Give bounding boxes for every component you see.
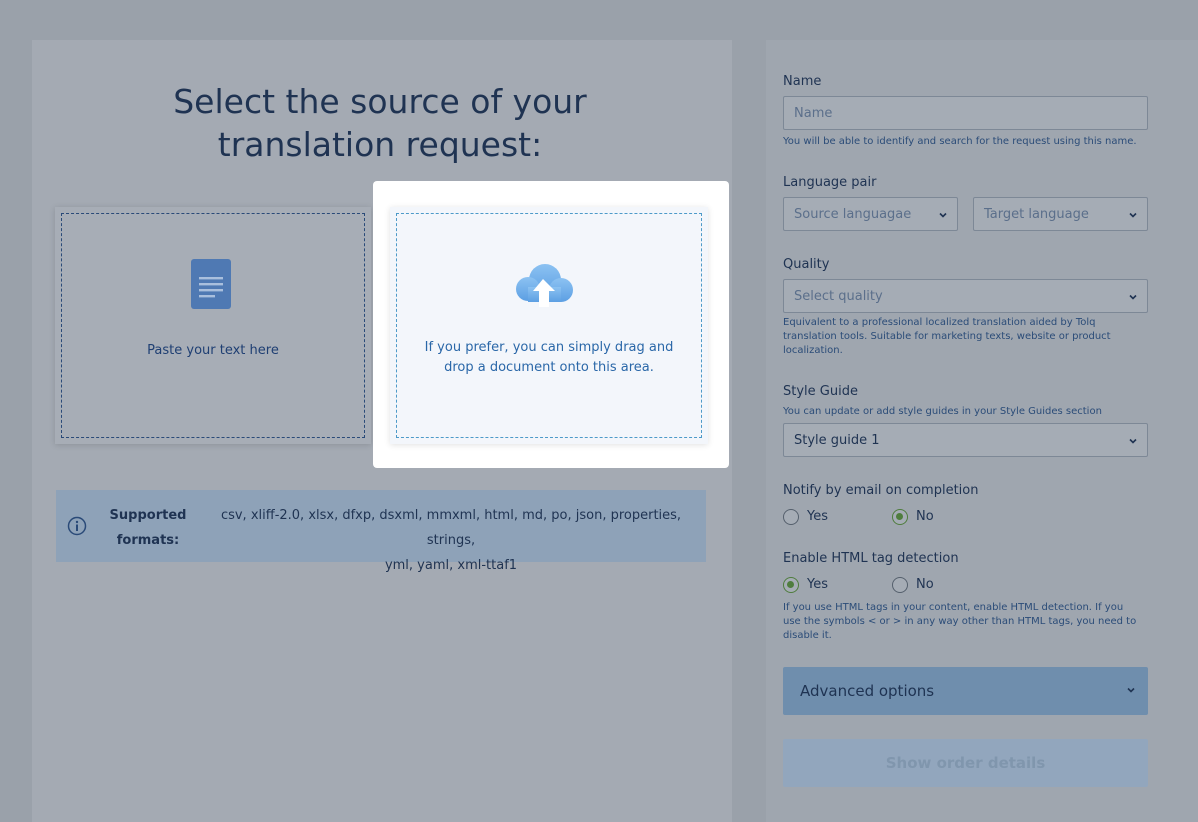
target-language-select[interactable]: Target language xyxy=(973,197,1148,231)
style-guide-label: Style Guide xyxy=(783,384,858,399)
notify-no-label: No xyxy=(916,509,934,524)
quality-placeholder: Select quality xyxy=(794,289,883,304)
advanced-options-label: Advanced options xyxy=(800,682,935,700)
paste-text-card[interactable]: Paste your text here xyxy=(55,207,371,444)
paste-text-label: Paste your text here xyxy=(147,343,279,358)
dropzone-label: If you prefer, you can simply drag and d… xyxy=(424,340,674,375)
quality-label: Quality xyxy=(783,257,830,272)
supported-formats-label: Supported formats: xyxy=(109,508,187,548)
advanced-options-toggle[interactable]: Advanced options xyxy=(783,667,1148,715)
chevron-down-icon xyxy=(1129,294,1137,300)
show-order-details-label: Show order details xyxy=(885,754,1046,772)
paste-text-dropzone-border xyxy=(61,213,365,438)
html-no-radio[interactable] xyxy=(892,577,908,593)
target-language-placeholder: Target language xyxy=(984,207,1089,222)
info-icon xyxy=(67,516,87,536)
document-dropzone-border xyxy=(396,213,702,438)
document-icon xyxy=(191,259,231,309)
page-title-line-2: translation request: xyxy=(217,125,543,164)
name-placeholder: Name xyxy=(794,106,833,121)
name-label: Name xyxy=(783,74,822,89)
notify-no-radio[interactable] xyxy=(892,509,908,525)
document-dropzone[interactable]: If you prefer, you can simply drag and d… xyxy=(390,207,708,444)
chevron-down-icon xyxy=(1129,212,1137,218)
language-pair-label: Language pair xyxy=(783,175,877,190)
quality-select[interactable]: Select quality xyxy=(783,279,1148,313)
supported-formats-list: csv, xliff-2.0, xlsx, dfxp, dsxml, mmxml… xyxy=(220,508,682,573)
notify-yes-radio[interactable] xyxy=(783,509,799,525)
html-yes-label: Yes xyxy=(807,577,828,592)
name-help: You will be able to identify and search … xyxy=(783,136,1137,147)
style-guide-select[interactable]: Style guide 1 xyxy=(783,423,1148,457)
name-input[interactable]: Name xyxy=(783,96,1148,130)
source-language-placeholder: Source languagae xyxy=(794,207,912,222)
chevron-down-icon xyxy=(1129,438,1137,444)
chevron-down-icon xyxy=(1127,687,1135,693)
style-guide-help: You can update or add style guides in yo… xyxy=(783,406,1102,417)
cloud-upload-icon xyxy=(516,264,573,307)
html-detection-label: Enable HTML tag detection xyxy=(783,551,959,566)
page-title-line-1: Select the source of your xyxy=(173,82,587,121)
html-detection-help: If you use HTML tags in your content, en… xyxy=(783,602,1137,641)
source-language-select[interactable]: Source languagae xyxy=(783,197,958,231)
chevron-down-icon xyxy=(939,212,947,218)
notify-label: Notify by email on completion xyxy=(783,483,979,498)
page-title: Select the source of your translation re… xyxy=(0,80,760,166)
show-order-details-button[interactable]: Show order details xyxy=(783,739,1148,787)
quality-help: Equivalent to a professional localized t… xyxy=(783,317,1111,356)
supported-formats-notice: Supported formats: csv, xliff-2.0, xlsx,… xyxy=(56,490,706,573)
style-guide-value: Style guide 1 xyxy=(794,433,880,448)
html-no-label: No xyxy=(916,577,934,592)
notify-yes-label: Yes xyxy=(807,509,828,524)
html-yes-radio[interactable] xyxy=(783,577,799,593)
